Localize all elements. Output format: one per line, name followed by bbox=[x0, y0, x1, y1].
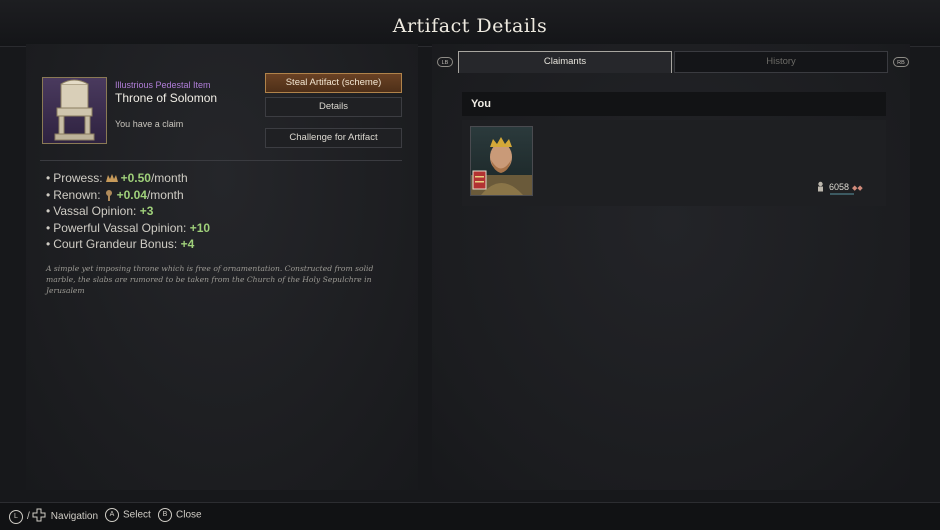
claim-status: You have a claim bbox=[115, 119, 184, 129]
right-shoulder-icon: RB bbox=[893, 57, 909, 67]
claimant-section-header: You bbox=[462, 92, 886, 116]
window-title: Artifact Details bbox=[392, 15, 548, 37]
diamond-icon: ◆◆ bbox=[852, 185, 863, 192]
artifact-name: Throne of Solomon bbox=[115, 91, 218, 105]
strength-bar bbox=[830, 193, 854, 195]
modifier-court-grandeur: • Court Grandeur Bonus: +4 bbox=[46, 237, 195, 251]
select-hint: A Select bbox=[105, 508, 151, 522]
prowess-icon bbox=[105, 173, 119, 187]
artifact-description: A simple yet imposing throne which is fr… bbox=[46, 264, 374, 295]
close-hint[interactable]: B Close bbox=[158, 508, 202, 522]
artifact-rarity: Illustrious Pedestal Item bbox=[115, 80, 211, 90]
artifact-icon bbox=[42, 77, 107, 144]
modifier-vassal-opinion: • Vassal Opinion: +3 bbox=[46, 204, 154, 218]
navigation-hint: L / Navigation bbox=[9, 508, 98, 525]
character-portrait[interactable] bbox=[470, 126, 533, 196]
soldier-icon bbox=[815, 181, 826, 194]
dpad-icon bbox=[32, 508, 46, 525]
renown-icon bbox=[103, 189, 115, 204]
header-bar: Artifact Details bbox=[0, 0, 940, 47]
modifier-list: • Prowess: +0.50/month • Renown: +0.04/month… bbox=[46, 171, 210, 254]
left-stick-icon: L bbox=[9, 509, 23, 524]
section-label: You bbox=[471, 98, 491, 110]
details-button[interactable]: Details bbox=[265, 97, 402, 117]
left-shoulder-icon: LB bbox=[437, 57, 453, 67]
a-button-icon: A bbox=[105, 508, 119, 522]
steal-artifact-button[interactable]: Steal Artifact (scheme) bbox=[265, 73, 402, 93]
b-button-icon: B bbox=[158, 508, 172, 522]
modifier-prowess: • Prowess: +0.50/month bbox=[46, 171, 188, 187]
modifier-renown: • Renown: +0.04/month bbox=[46, 187, 184, 204]
tab-claimants[interactable]: Claimants bbox=[458, 51, 672, 73]
tab-history[interactable]: History bbox=[674, 51, 888, 73]
divider bbox=[40, 160, 402, 161]
modifier-powerful-vassal-opinion: • Powerful Vassal Opinion: +10 bbox=[46, 220, 211, 235]
challenge-artifact-button[interactable]: Challenge for Artifact bbox=[265, 128, 402, 148]
